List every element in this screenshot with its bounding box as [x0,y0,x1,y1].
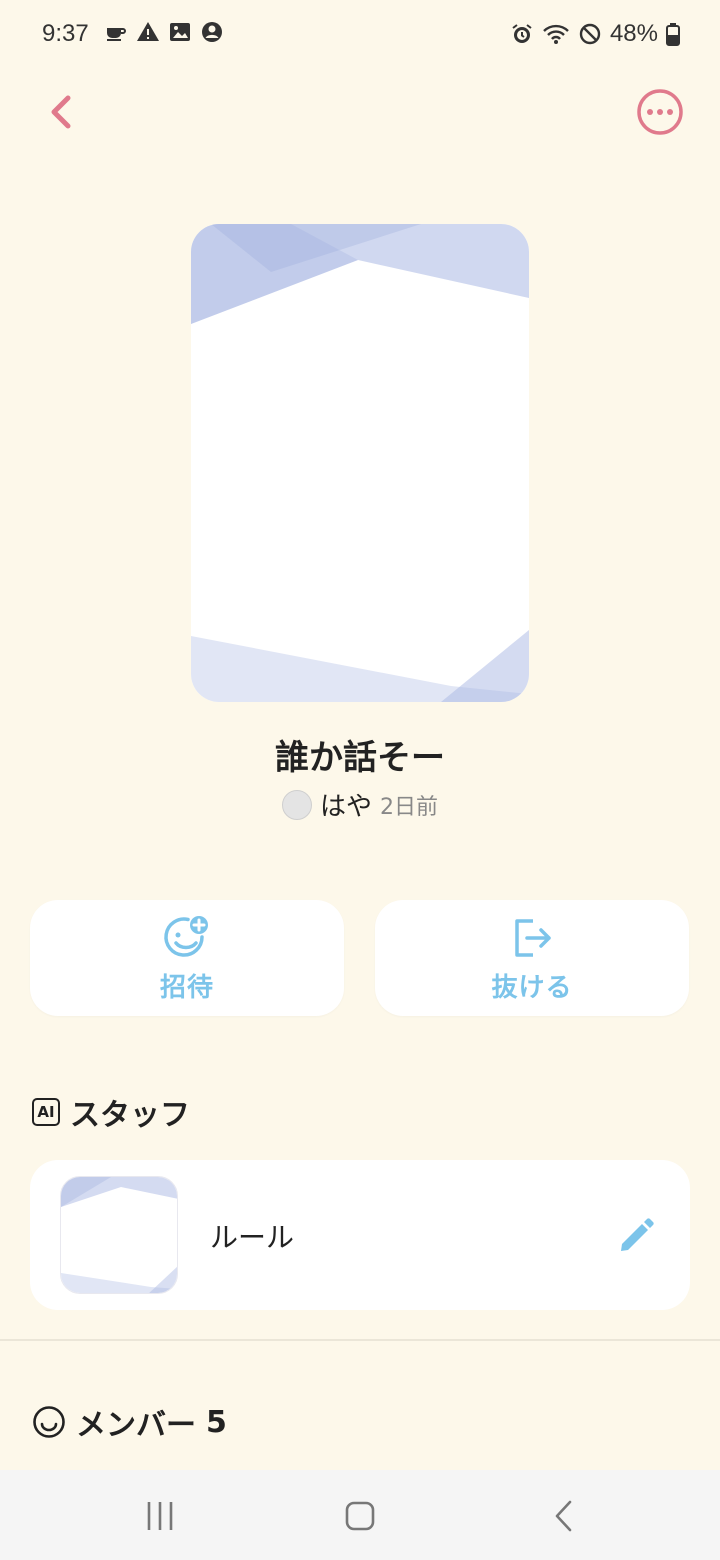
status-notification-icons [104,20,224,44]
system-navigation-bar [0,1470,720,1560]
do-not-disturb-icon [578,22,602,46]
home-icon [345,1501,375,1531]
status-system-icons: 48% [510,20,680,48]
invite-label: 招待 [159,972,214,1003]
battery-icon [666,22,680,46]
chevron-left-icon [51,95,71,129]
recent-apps-button[interactable] [140,1498,180,1534]
section-divider [0,1339,720,1341]
more-horizontal-icon [637,89,683,135]
invite-button[interactable]: 招待 [30,900,344,1016]
edit-staff-button[interactable] [616,1214,658,1256]
created-time: 2日前 [380,794,438,820]
invite-user-icon [164,915,208,957]
back-button[interactable] [38,88,86,136]
room-cover-image [191,224,529,702]
staff-item[interactable]: ルール [30,1160,690,1310]
image-icon [168,20,192,44]
exit-icon [515,918,551,957]
wifi-icon [542,22,570,46]
chevron-left-icon [555,1500,572,1532]
owner-avatar[interactable] [281,789,312,820]
pencil-icon [621,1218,654,1251]
ai-badge-icon: AI [32,1098,60,1126]
warning-icon [136,20,160,44]
members-count: 5 [206,1404,227,1440]
account-icon [200,20,224,44]
staff-name: ルール [210,1221,295,1254]
staff-section-title: スタッフ [70,1098,190,1133]
members-section-title: メンバー [76,1408,196,1443]
smile-face-icon [33,1406,65,1438]
room-owner-row: はや 2日前 [0,786,720,823]
alarm-icon [510,22,534,46]
recents-icon [147,1502,173,1530]
home-button[interactable] [340,1496,380,1536]
coffee-icon [104,20,128,44]
room-title: 誰か話そー [275,738,445,778]
status-time: 9:37 [42,20,89,47]
battery-percent: 48% [609,20,658,47]
members-section-header: メンバー 5 [32,1400,227,1444]
system-back-button[interactable] [546,1496,582,1536]
staff-section-header: AI スタッフ [32,1090,190,1134]
leave-button[interactable]: 抜ける [375,900,689,1016]
owner-name[interactable]: はや [320,786,372,823]
staff-thumbnail [60,1176,178,1294]
more-options-button[interactable] [636,88,684,136]
status-bar: 9:37 48% [0,0,720,68]
leave-label: 抜ける [491,972,573,1003]
